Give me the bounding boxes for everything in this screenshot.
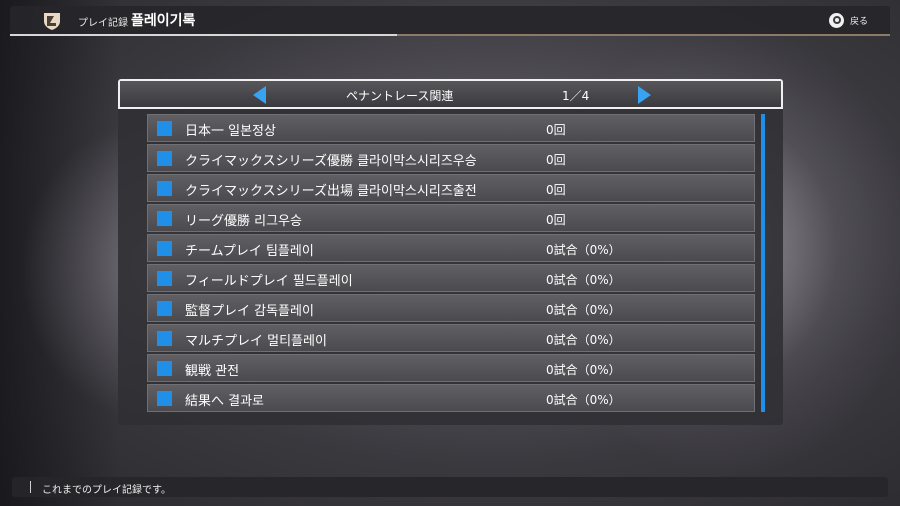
record-value: 0試合（0%） (546, 363, 621, 377)
record-label: クライマックスシリーズ出場 클라이막스시리즈출전 (185, 184, 477, 199)
back-label: 戻る (850, 16, 869, 27)
record-label: 監督プレイ 감독플레이 (185, 304, 314, 319)
scrollbar[interactable] (761, 114, 765, 412)
top-bar-underline (10, 34, 890, 36)
back-button[interactable]: 戻る (829, 11, 868, 29)
page-indicator: 1／4 (562, 89, 590, 103)
record-label: チームプレイ 팀플레이 (185, 244, 314, 259)
row-marker-icon (157, 361, 172, 376)
row-marker-icon (157, 241, 172, 256)
row-marker-icon (157, 211, 172, 226)
record-value: 0回 (546, 213, 566, 227)
category-title: ペナントレース関連 (346, 89, 454, 103)
record-row[interactable]: 監督プレイ 감독플레이 0試合（0%） (147, 294, 755, 322)
record-value: 0試合（0%） (546, 393, 621, 407)
row-marker-icon (157, 301, 172, 316)
record-value: 0回 (546, 183, 566, 197)
category-header-bar: ペナントレース関連 1／4 (120, 81, 781, 107)
help-bar: これまでのプレイ記録です。 (12, 477, 888, 497)
record-label: フィールドプレイ 필드플레이 (185, 274, 353, 289)
record-value: 0試合（0%） (546, 333, 621, 347)
arrow-right-icon[interactable] (638, 86, 651, 104)
record-label: 観戦 관전 (185, 364, 240, 379)
record-row[interactable]: フィールドプレイ 필드플레이 0試合（0%） (147, 264, 755, 292)
category-header: ペナントレース関連 1／4 (118, 79, 783, 109)
record-row[interactable]: マルチプレイ 멀티플레이 0試合（0%） (147, 324, 755, 352)
record-row[interactable]: 結果へ 결과로 0試合（0%） (147, 384, 755, 412)
circle-button-icon (829, 12, 844, 28)
row-marker-icon (157, 151, 172, 166)
row-marker-icon (157, 391, 172, 406)
record-row[interactable]: クライマックスシリーズ優勝 클라이막스시리즈우승 0回 (147, 144, 755, 172)
row-marker-icon (157, 121, 172, 136)
record-value: 0回 (546, 153, 566, 167)
record-value: 0試合（0%） (546, 303, 621, 317)
screen-title-kr: 플레이기록 (131, 13, 196, 29)
row-marker-icon (157, 331, 172, 346)
record-label: リーグ優勝 리그우승 (185, 214, 302, 229)
help-divider (30, 481, 31, 493)
record-row[interactable]: リーグ優勝 리그우승 0回 (147, 204, 755, 232)
record-value: 0試合（0%） (546, 243, 621, 257)
row-marker-icon (157, 271, 172, 286)
record-list: 日本一 일본정상 0回 クライマックスシリーズ優勝 클라이막스시리즈우승 0回 … (147, 114, 755, 414)
record-label: 日本一 일본정상 (185, 124, 276, 139)
record-label: 結果へ 결과로 (185, 394, 265, 409)
record-row[interactable]: クライマックスシリーズ出場 클라이막스시리즈출전 0回 (147, 174, 755, 202)
help-text: これまでのプレイ記録です。 (42, 485, 171, 496)
record-label: マルチプレイ 멀티플레이 (185, 334, 327, 349)
arrow-left-icon[interactable] (253, 86, 266, 104)
record-row[interactable]: 日本一 일본정상 0回 (147, 114, 755, 142)
record-value: 0回 (546, 123, 566, 137)
record-row[interactable]: チームプレイ 팀플레이 0試合（0%） (147, 234, 755, 262)
record-panel: ペナントレース関連 1／4 日本一 일본정상 0回 クライマックスシリーズ優勝 … (118, 79, 783, 425)
record-label: クライマックスシリーズ優勝 클라이막스시리즈우승 (185, 154, 477, 169)
row-marker-icon (157, 181, 172, 196)
record-row[interactable]: 観戦 관전 0試合（0%） (147, 354, 755, 382)
record-value: 0試合（0%） (546, 273, 621, 287)
screen-title-jp: プレイ記録 (78, 18, 128, 29)
shield-logo-icon (44, 13, 60, 30)
